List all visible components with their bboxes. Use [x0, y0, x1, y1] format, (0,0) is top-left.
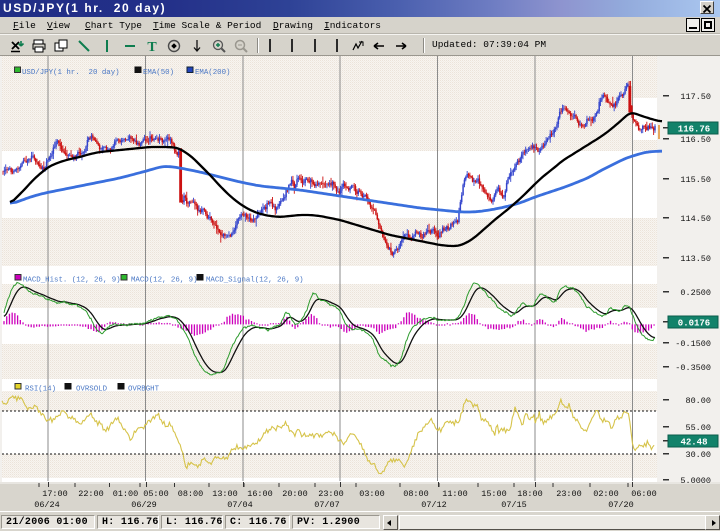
svg-text:MACD_Hist. (12, 26, 9): MACD_Hist. (12, 26, 9) [23, 277, 121, 285]
svg-text:T: T [147, 40, 157, 54]
svg-text:115.50: 115.50 [680, 175, 711, 185]
svg-text:17:00: 17:00 [42, 489, 68, 499]
svg-text:07/15: 07/15 [501, 500, 527, 510]
svg-text:02:00: 02:00 [593, 489, 619, 499]
svg-text:114.50: 114.50 [680, 214, 711, 224]
svg-text:20:00: 20:00 [282, 489, 308, 499]
svg-text:0.0176: 0.0176 [678, 319, 710, 329]
svg-text:07/20: 07/20 [608, 500, 634, 510]
svg-text:116.50: 116.50 [680, 135, 711, 145]
svg-text:23:00: 23:00 [318, 489, 344, 499]
svg-text:USD/JPY(1 hr. 20 day): USD/JPY(1 hr. 20 day) [22, 69, 120, 77]
svg-text:16:00: 16:00 [247, 489, 273, 499]
svg-text:07/12: 07/12 [421, 500, 447, 510]
svg-text:13:00: 13:00 [212, 489, 238, 499]
svg-text:55.00: 55.00 [685, 423, 711, 433]
svg-text:113.50: 113.50 [680, 254, 711, 264]
svg-text:117.50: 117.50 [680, 92, 711, 102]
svg-text:11:00: 11:00 [442, 489, 468, 499]
svg-text:OVRBGHT: OVRBGHT [128, 386, 160, 394]
svg-text:-0.1500: -0.1500 [675, 339, 711, 349]
svg-text:EMA(50): EMA(50) [143, 69, 174, 77]
svg-text:03:00: 03:00 [359, 489, 385, 499]
svg-text:116.76: 116.76 [678, 125, 710, 135]
svg-text:OVRSOLD: OVRSOLD [76, 386, 108, 394]
svg-text:RSI(14): RSI(14) [25, 386, 56, 394]
svg-text:06/24: 06/24 [34, 500, 60, 510]
svg-text:05:00: 05:00 [143, 489, 169, 499]
svg-text:01:00: 01:00 [113, 489, 139, 499]
svg-text:-0.3500: -0.3500 [675, 363, 711, 373]
svg-text:5.0000: 5.0000 [680, 476, 711, 486]
svg-text:06/29: 06/29 [131, 500, 157, 510]
svg-text:15:00: 15:00 [481, 489, 507, 499]
svg-text:08:00: 08:00 [403, 489, 429, 499]
svg-text:06:00: 06:00 [631, 489, 657, 499]
svg-text:07/07: 07/07 [314, 500, 340, 510]
svg-text:22:00: 22:00 [78, 489, 104, 499]
svg-text:07/04: 07/04 [227, 500, 253, 510]
svg-text:08:00: 08:00 [178, 489, 204, 499]
svg-text:30.00: 30.00 [685, 450, 711, 460]
svg-text:MACD_Signal(12, 26, 9): MACD_Signal(12, 26, 9) [206, 277, 304, 285]
svg-text:0.2500: 0.2500 [680, 288, 711, 298]
svg-text:23:00: 23:00 [556, 489, 582, 499]
svg-text:MACD(12, 26, 9): MACD(12, 26, 9) [131, 277, 198, 285]
svg-text:42.48: 42.48 [680, 438, 707, 448]
svg-text:18:00: 18:00 [517, 489, 543, 499]
svg-text:80.00: 80.00 [685, 396, 711, 406]
svg-text:EMA(200): EMA(200) [195, 69, 230, 77]
